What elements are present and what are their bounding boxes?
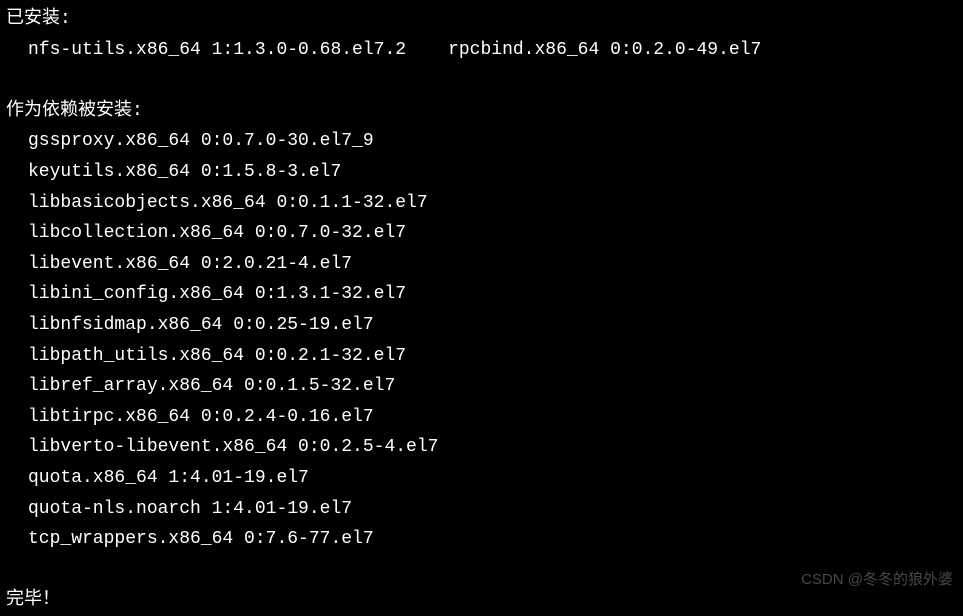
dependency-package: keyutils.x86_64 0:1.5.8-3.el7 <box>28 157 957 188</box>
dependency-package: libref_array.x86_64 0:0.1.5-32.el7 <box>28 371 957 402</box>
dependency-package: quota-nls.noarch 1:4.01-19.el7 <box>28 494 957 525</box>
dependency-package: gssproxy.x86_64 0:0.7.0-30.el7_9 <box>28 126 957 157</box>
dependency-package: libpath_utils.x86_64 0:0.2.1-32.el7 <box>28 341 957 372</box>
installed-header: 已安装: <box>6 4 957 35</box>
dependency-package: libverto-libevent.x86_64 0:0.2.5-4.el7 <box>28 432 957 463</box>
dependency-package: libevent.x86_64 0:2.0.21-4.el7 <box>28 249 957 280</box>
dependency-package: libbasicobjects.x86_64 0:0.1.1-32.el7 <box>28 188 957 219</box>
dependency-package-list: gssproxy.x86_64 0:0.7.0-30.el7_9 keyutil… <box>6 126 957 554</box>
installed-packages-row: nfs-utils.x86_64 1:1.3.0-0.68.el7.2 rpcbi… <box>6 35 957 66</box>
dependency-package: tcp_wrappers.x86_64 0:7.6-77.el7 <box>28 524 957 555</box>
watermark: CSDN @冬冬的狼外婆 <box>801 567 953 593</box>
dependency-package: libcollection.x86_64 0:0.7.0-32.el7 <box>28 218 957 249</box>
blank-line <box>6 65 957 96</box>
dependency-package: quota.x86_64 1:4.01-19.el7 <box>28 463 957 494</box>
dependencies-header: 作为依赖被安装: <box>6 96 957 127</box>
dependency-package: libtirpc.x86_64 0:0.2.4-0.16.el7 <box>28 402 957 433</box>
installed-package: nfs-utils.x86_64 1:1.3.0-0.68.el7.2 <box>28 40 406 60</box>
dependency-package: libnfsidmap.x86_64 0:0.25-19.el7 <box>28 310 957 341</box>
installed-package: rpcbind.x86_64 0:0.2.0-49.el7 <box>448 40 761 60</box>
terminal-output: 已安装: nfs-utils.x86_64 1:1.3.0-0.68.el7.2… <box>6 4 957 616</box>
dependency-package: libini_config.x86_64 0:1.3.1-32.el7 <box>28 279 957 310</box>
